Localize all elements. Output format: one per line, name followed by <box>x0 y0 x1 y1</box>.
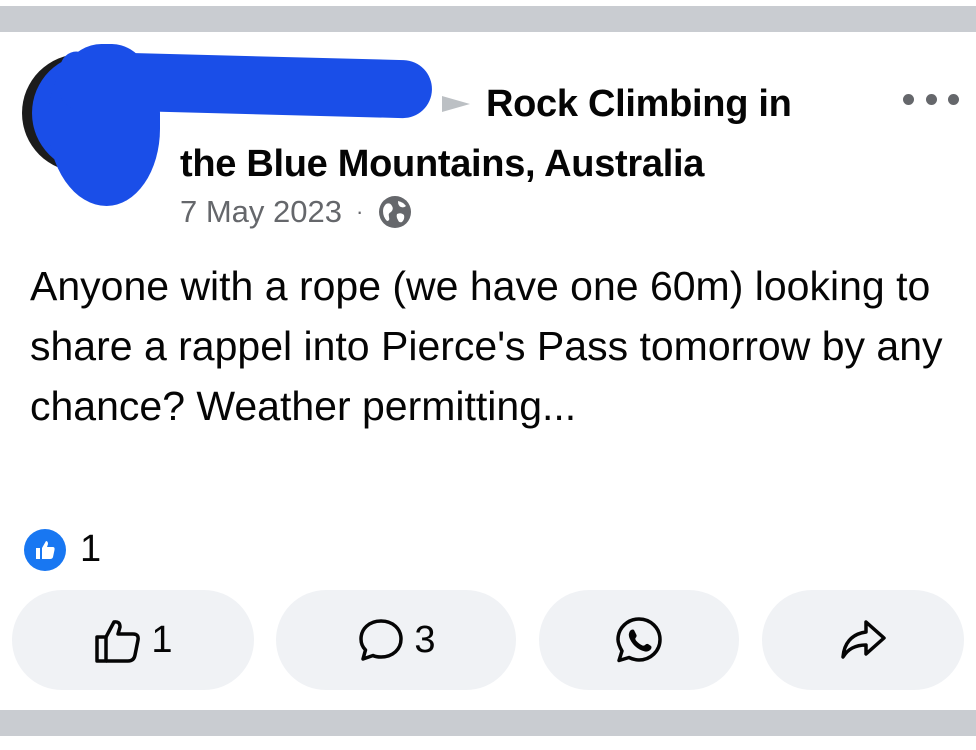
globe-icon[interactable] <box>377 194 413 230</box>
like-button[interactable]: 1 <box>12 590 254 690</box>
thumbs-up-icon <box>95 620 141 663</box>
like-reaction-icon <box>24 528 66 571</box>
action-bar: 1 3 <box>12 590 964 690</box>
post-meta: 7 May 2023 · <box>180 192 413 232</box>
group-name-line-2[interactable]: the Blue Mountains, Australia <box>180 134 870 194</box>
group-name[interactable]: Rock Climbing in <box>442 83 792 125</box>
comment-icon <box>359 619 404 661</box>
post-body: Anyone with a rope (we have one 60m) loo… <box>30 263 943 429</box>
whatsapp-share-button[interactable] <box>539 590 739 690</box>
reaction-summary[interactable]: 1 <box>24 528 101 571</box>
separator-bar <box>0 6 976 32</box>
whatsapp-icon <box>616 617 662 663</box>
share-icon <box>841 620 886 659</box>
post-date[interactable]: 7 May 2023 <box>180 194 342 230</box>
more-options-icon[interactable] <box>903 90 959 108</box>
share-button[interactable] <box>762 590 964 690</box>
meta-separator: · <box>356 199 364 224</box>
bottom-separator <box>0 710 976 750</box>
top-separator <box>0 0 976 34</box>
reaction-count: 1 <box>80 528 102 570</box>
post-header: Rock Climbing in the Blue Mountains, Aus… <box>180 74 870 194</box>
comment-count: 3 <box>414 618 436 661</box>
like-count: 1 <box>151 618 173 661</box>
header-line-1: Rock Climbing in <box>180 74 870 134</box>
arrow-right-icon <box>442 96 470 112</box>
comment-button[interactable]: 3 <box>276 590 516 690</box>
separator-bar <box>0 710 976 736</box>
